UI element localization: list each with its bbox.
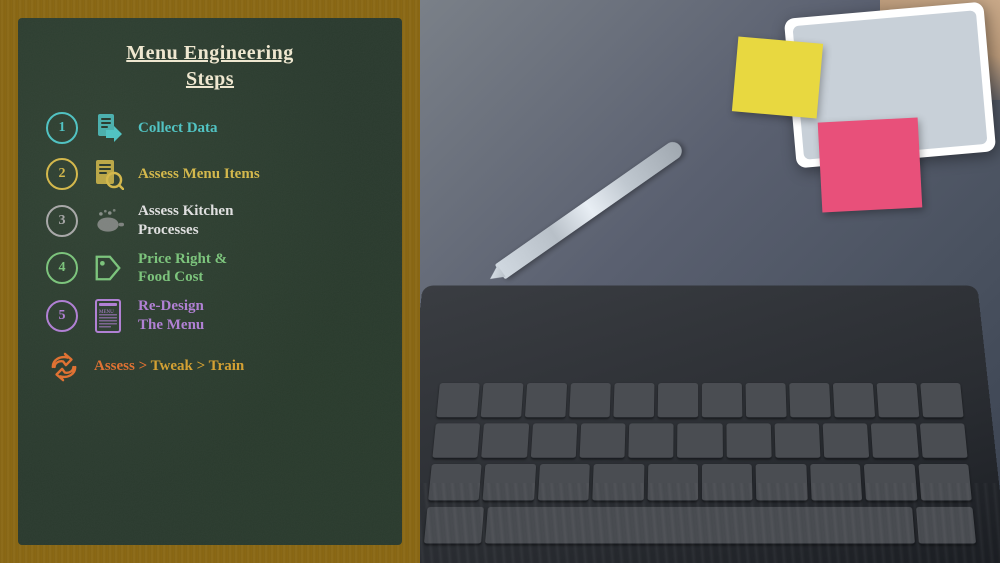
key bbox=[436, 383, 479, 418]
step-4-number: 4 bbox=[46, 252, 78, 284]
step-6-cycle: Assess > Tweak > Train bbox=[46, 349, 374, 385]
step-2: 2 Assess Menu Items bbox=[46, 156, 374, 192]
key bbox=[569, 383, 611, 418]
right-panel bbox=[420, 0, 1000, 563]
step-3-number: 3 bbox=[46, 205, 78, 237]
cycle-icon bbox=[46, 349, 82, 385]
key bbox=[613, 383, 654, 418]
wood-table bbox=[420, 483, 1000, 563]
step-3: 3 Assess KitchenProcesses bbox=[46, 202, 374, 240]
keyboard-row-1 bbox=[436, 383, 963, 418]
sticky-note-yellow bbox=[732, 36, 823, 118]
key bbox=[726, 423, 772, 459]
step-1-number: 1 bbox=[46, 112, 78, 144]
key bbox=[877, 383, 920, 418]
key bbox=[920, 383, 963, 418]
chalkboard: Menu Engineering Steps 1 Collect Data bbox=[18, 18, 402, 545]
step-5-number: 5 bbox=[46, 300, 78, 332]
collect-data-icon bbox=[90, 110, 126, 146]
steps-list: 1 Collect Data 2 bbox=[46, 110, 374, 385]
key bbox=[833, 383, 875, 418]
key bbox=[658, 383, 699, 418]
key bbox=[628, 423, 674, 459]
key bbox=[789, 383, 831, 418]
keyboard-row-2 bbox=[432, 423, 967, 459]
step-3-text: Assess KitchenProcesses bbox=[138, 202, 233, 240]
redesign-menu-icon: MENU bbox=[90, 298, 126, 334]
key bbox=[432, 423, 480, 459]
step-1-text: Collect Data bbox=[138, 119, 218, 138]
key bbox=[746, 383, 787, 418]
key bbox=[525, 383, 567, 418]
sticky-note-pink bbox=[818, 117, 923, 212]
key bbox=[919, 423, 967, 459]
step-6-text: Assess > Tweak > Train bbox=[94, 357, 244, 376]
kitchen-processes-icon bbox=[90, 203, 126, 239]
board-title: Menu Engineering Steps bbox=[46, 40, 374, 92]
key bbox=[823, 423, 870, 459]
key bbox=[481, 383, 524, 418]
step-2-number: 2 bbox=[46, 158, 78, 190]
key bbox=[702, 383, 743, 418]
assess-menu-icon bbox=[90, 156, 126, 192]
step-4-text: Price Right & Food Cost bbox=[138, 250, 227, 288]
step-4: 4 Price Right & Food Cost bbox=[46, 250, 374, 288]
step-5: 5 MENU Re-Design The Menu bbox=[46, 297, 374, 335]
key bbox=[530, 423, 577, 459]
step-2-text: Assess Menu Items bbox=[138, 165, 260, 184]
key bbox=[871, 423, 918, 459]
step-1: 1 Collect Data bbox=[46, 110, 374, 146]
price-icon bbox=[90, 250, 126, 286]
step-5-text: Re-Design The Menu bbox=[138, 297, 204, 335]
key bbox=[481, 423, 528, 459]
key bbox=[774, 423, 820, 459]
left-panel: Menu Engineering Steps 1 Collect Data bbox=[0, 0, 420, 563]
key bbox=[677, 423, 722, 459]
key bbox=[579, 423, 625, 459]
